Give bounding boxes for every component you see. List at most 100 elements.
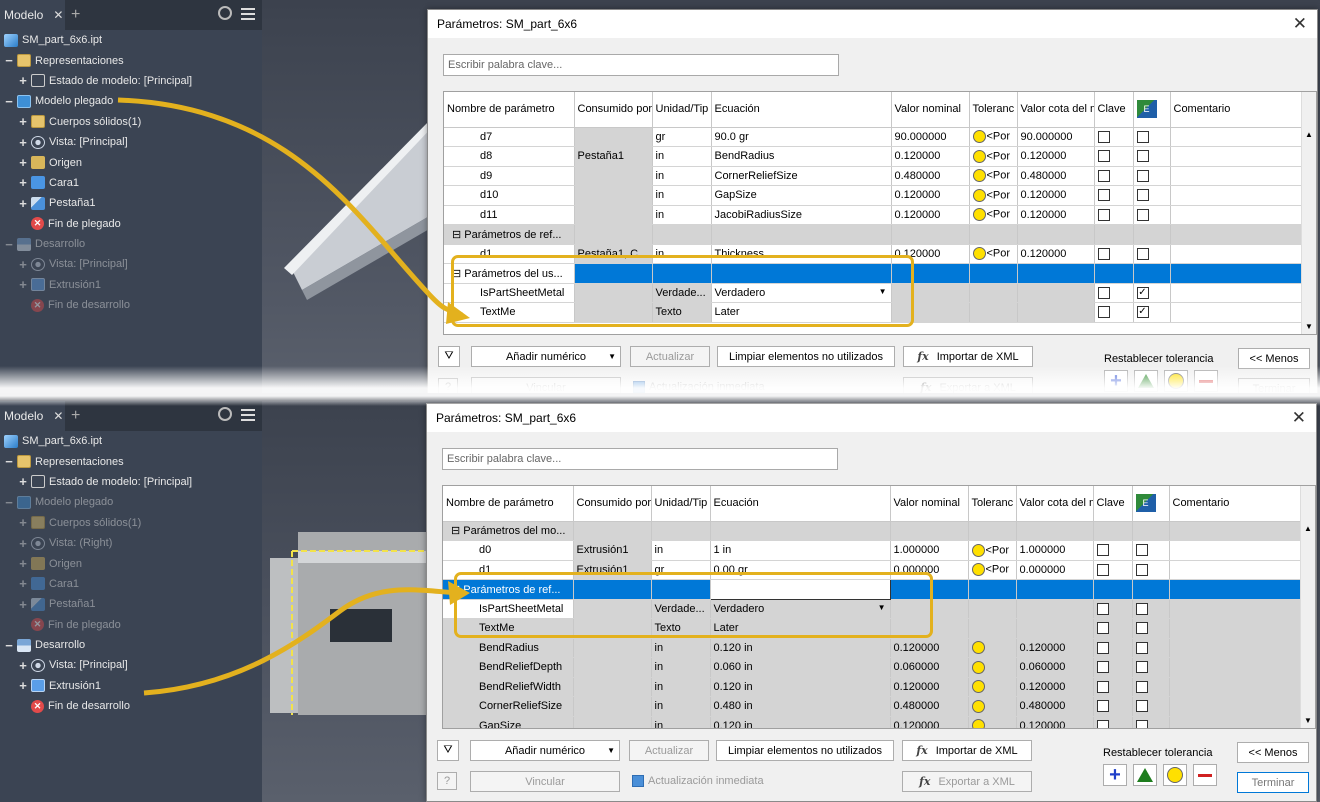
export-cell[interactable] [1132,657,1170,678]
key-cell[interactable] [1094,166,1134,186]
filter-button[interactable]: ⛛ [438,346,460,367]
param-name[interactable]: BendReliefDepth [443,657,574,678]
col-export[interactable]: E [1132,486,1170,522]
model-value[interactable]: 0.120000 [1017,205,1095,225]
comment[interactable] [1169,599,1302,619]
scroll-up-icon[interactable]: ▲ [1305,130,1313,139]
expand-icon[interactable]: + [18,196,28,211]
comment[interactable] [1170,127,1303,147]
collapse-icon[interactable]: − [4,94,14,109]
help-button[interactable]: ? [437,772,457,790]
close-icon[interactable]: ✕ [1293,14,1307,34]
export-checkbox[interactable] [1135,661,1148,674]
grid-scrollbar[interactable]: ▲ ▼ [1301,92,1316,334]
purge-button[interactable]: Limpiar elementos no utilizados [717,346,895,367]
unit[interactable]: in [652,166,712,186]
export-checkbox[interactable] [1136,247,1149,260]
export-cell[interactable] [1132,696,1170,717]
export-checkbox[interactable] [1135,641,1148,654]
tree-item-flat-pattern[interactable]: − Desarrollo [0,234,262,254]
export-cell[interactable] [1132,560,1170,580]
key-checkbox[interactable] [1096,700,1109,713]
import-xml-button[interactable]: fx Importar de XML [902,740,1032,761]
col-consumed[interactable]: Consumido por [573,486,652,522]
expand-icon[interactable]: + [18,576,28,591]
comment[interactable] [1170,166,1303,186]
export-cell[interactable] [1133,127,1171,147]
checkbox-checked-icon[interactable] [632,775,644,788]
col-name[interactable]: Nombre de parámetro [443,486,574,522]
col-tolerance[interactable]: Toleranc [969,92,1018,128]
export-cell[interactable] [1133,185,1171,206]
tree-item-part[interactable]: SM_part_6x6.ipt [0,30,262,50]
model-value[interactable]: 0.120000 [1017,146,1095,167]
expand-icon[interactable]: + [18,73,28,88]
export-checkbox[interactable] [1136,150,1149,163]
expand-icon[interactable]: + [18,515,28,530]
param-name[interactable]: BendRadius [443,638,574,658]
expand-icon[interactable]: + [18,277,28,292]
param-name[interactable]: GapSize [443,716,574,728]
expand-icon[interactable]: + [18,536,28,551]
model-value[interactable]: 0.000000 [1016,560,1094,580]
export-checkbox[interactable] [1135,700,1148,713]
unit[interactable]: in [652,146,712,167]
export-checkbox[interactable] [1135,563,1148,576]
tree-item-extrusion[interactable]: + Extrusión1 [0,275,262,295]
export-cell[interactable] [1132,540,1170,561]
expand-icon[interactable]: + [18,597,28,612]
export-checkbox[interactable] [1135,719,1148,728]
plus-icon[interactable]: + [71,407,80,425]
unit[interactable]: gr [652,127,712,147]
nominal-tolerance-button[interactable] [1163,764,1187,786]
tree-item-view[interactable]: + Vista: [Principal] [0,254,262,274]
menu-icon[interactable] [241,8,255,20]
table-row[interactable]: BendRadius in 0.120 in 0.120000 0.120000 [443,638,1302,658]
table-row[interactable]: d11 in JacobiRadiusSize 0.120000 <Por 0.12000… [444,205,1303,225]
export-cell[interactable] [1132,677,1170,697]
table-row[interactable]: BendReliefWidth in 0.120 in 0.120000 0.12000… [443,677,1302,697]
model-value[interactable]: 90.000000 [1017,127,1095,147]
key-checkbox[interactable] [1097,130,1110,143]
tree-item-origin[interactable]: + Origen [0,553,262,573]
equation[interactable]: 0.120 in [710,677,891,697]
col-equation[interactable]: Ecuación [711,92,892,128]
equation[interactable]: 1 in [710,540,891,561]
search-input[interactable]: Escribir palabra clave... [443,54,839,76]
col-comment[interactable]: Comentario [1170,92,1303,128]
comment[interactable] [1170,185,1303,206]
export-cell[interactable] [1132,599,1170,619]
table-row[interactable]: d9 in CornerReliefSize 0.480000 <Por 0.480000 [444,166,1303,186]
import-xml-button[interactable]: fx Importar de XML [903,346,1033,367]
group-name[interactable]: ⊟ Parámetros del mo... [443,521,574,541]
purge-button[interactable]: Limpiar elementos no utilizados [716,740,894,761]
group-name[interactable]: ⊟ Parámetros de ref... [444,224,575,245]
tolerance[interactable]: <Por [969,127,1018,147]
search-input[interactable]: Escribir palabra clave... [442,448,838,470]
tree-item-view[interactable]: + Vista: [Principal] [0,655,262,675]
comment[interactable] [1169,657,1302,678]
equation[interactable]: JacobiRadiusSize [711,205,892,225]
tree-item-flange[interactable]: + Pestaña1 [0,193,262,213]
tree-item-part[interactable]: SM_part_6x6.ipt [0,431,262,451]
table-row[interactable]: CornerReliefSize in 0.480 in 0.480000 0.4800… [443,696,1302,717]
collapse-icon[interactable]: − [4,53,14,68]
tree-item-flat-pattern[interactable]: − Desarrollo [0,635,262,655]
equation[interactable]: 0.480 in [710,696,891,717]
col-unit[interactable]: Unidad/Tip [652,92,712,128]
comment[interactable] [1169,677,1302,697]
key-checkbox[interactable] [1097,306,1110,319]
expand-icon[interactable]: + [18,175,28,190]
key-checkbox[interactable] [1096,641,1109,654]
tree-item-solid-bodies[interactable]: + Cuerpos sólidos(1) [0,112,262,132]
equation[interactable]: BendRadius [711,146,892,167]
collapse-icon[interactable]: − [4,638,14,653]
tree-item-extrusion[interactable]: + Extrusión1 [0,676,262,696]
tolerance[interactable] [968,677,1017,697]
model-value[interactable]: 0.120000 [1017,244,1095,264]
key-cell[interactable] [1093,599,1133,619]
export-cell[interactable] [1132,716,1170,728]
close-icon[interactable]: ✕ [53,8,63,22]
export-checkbox[interactable] [1135,622,1148,635]
param-name[interactable]: d10 [444,185,575,206]
